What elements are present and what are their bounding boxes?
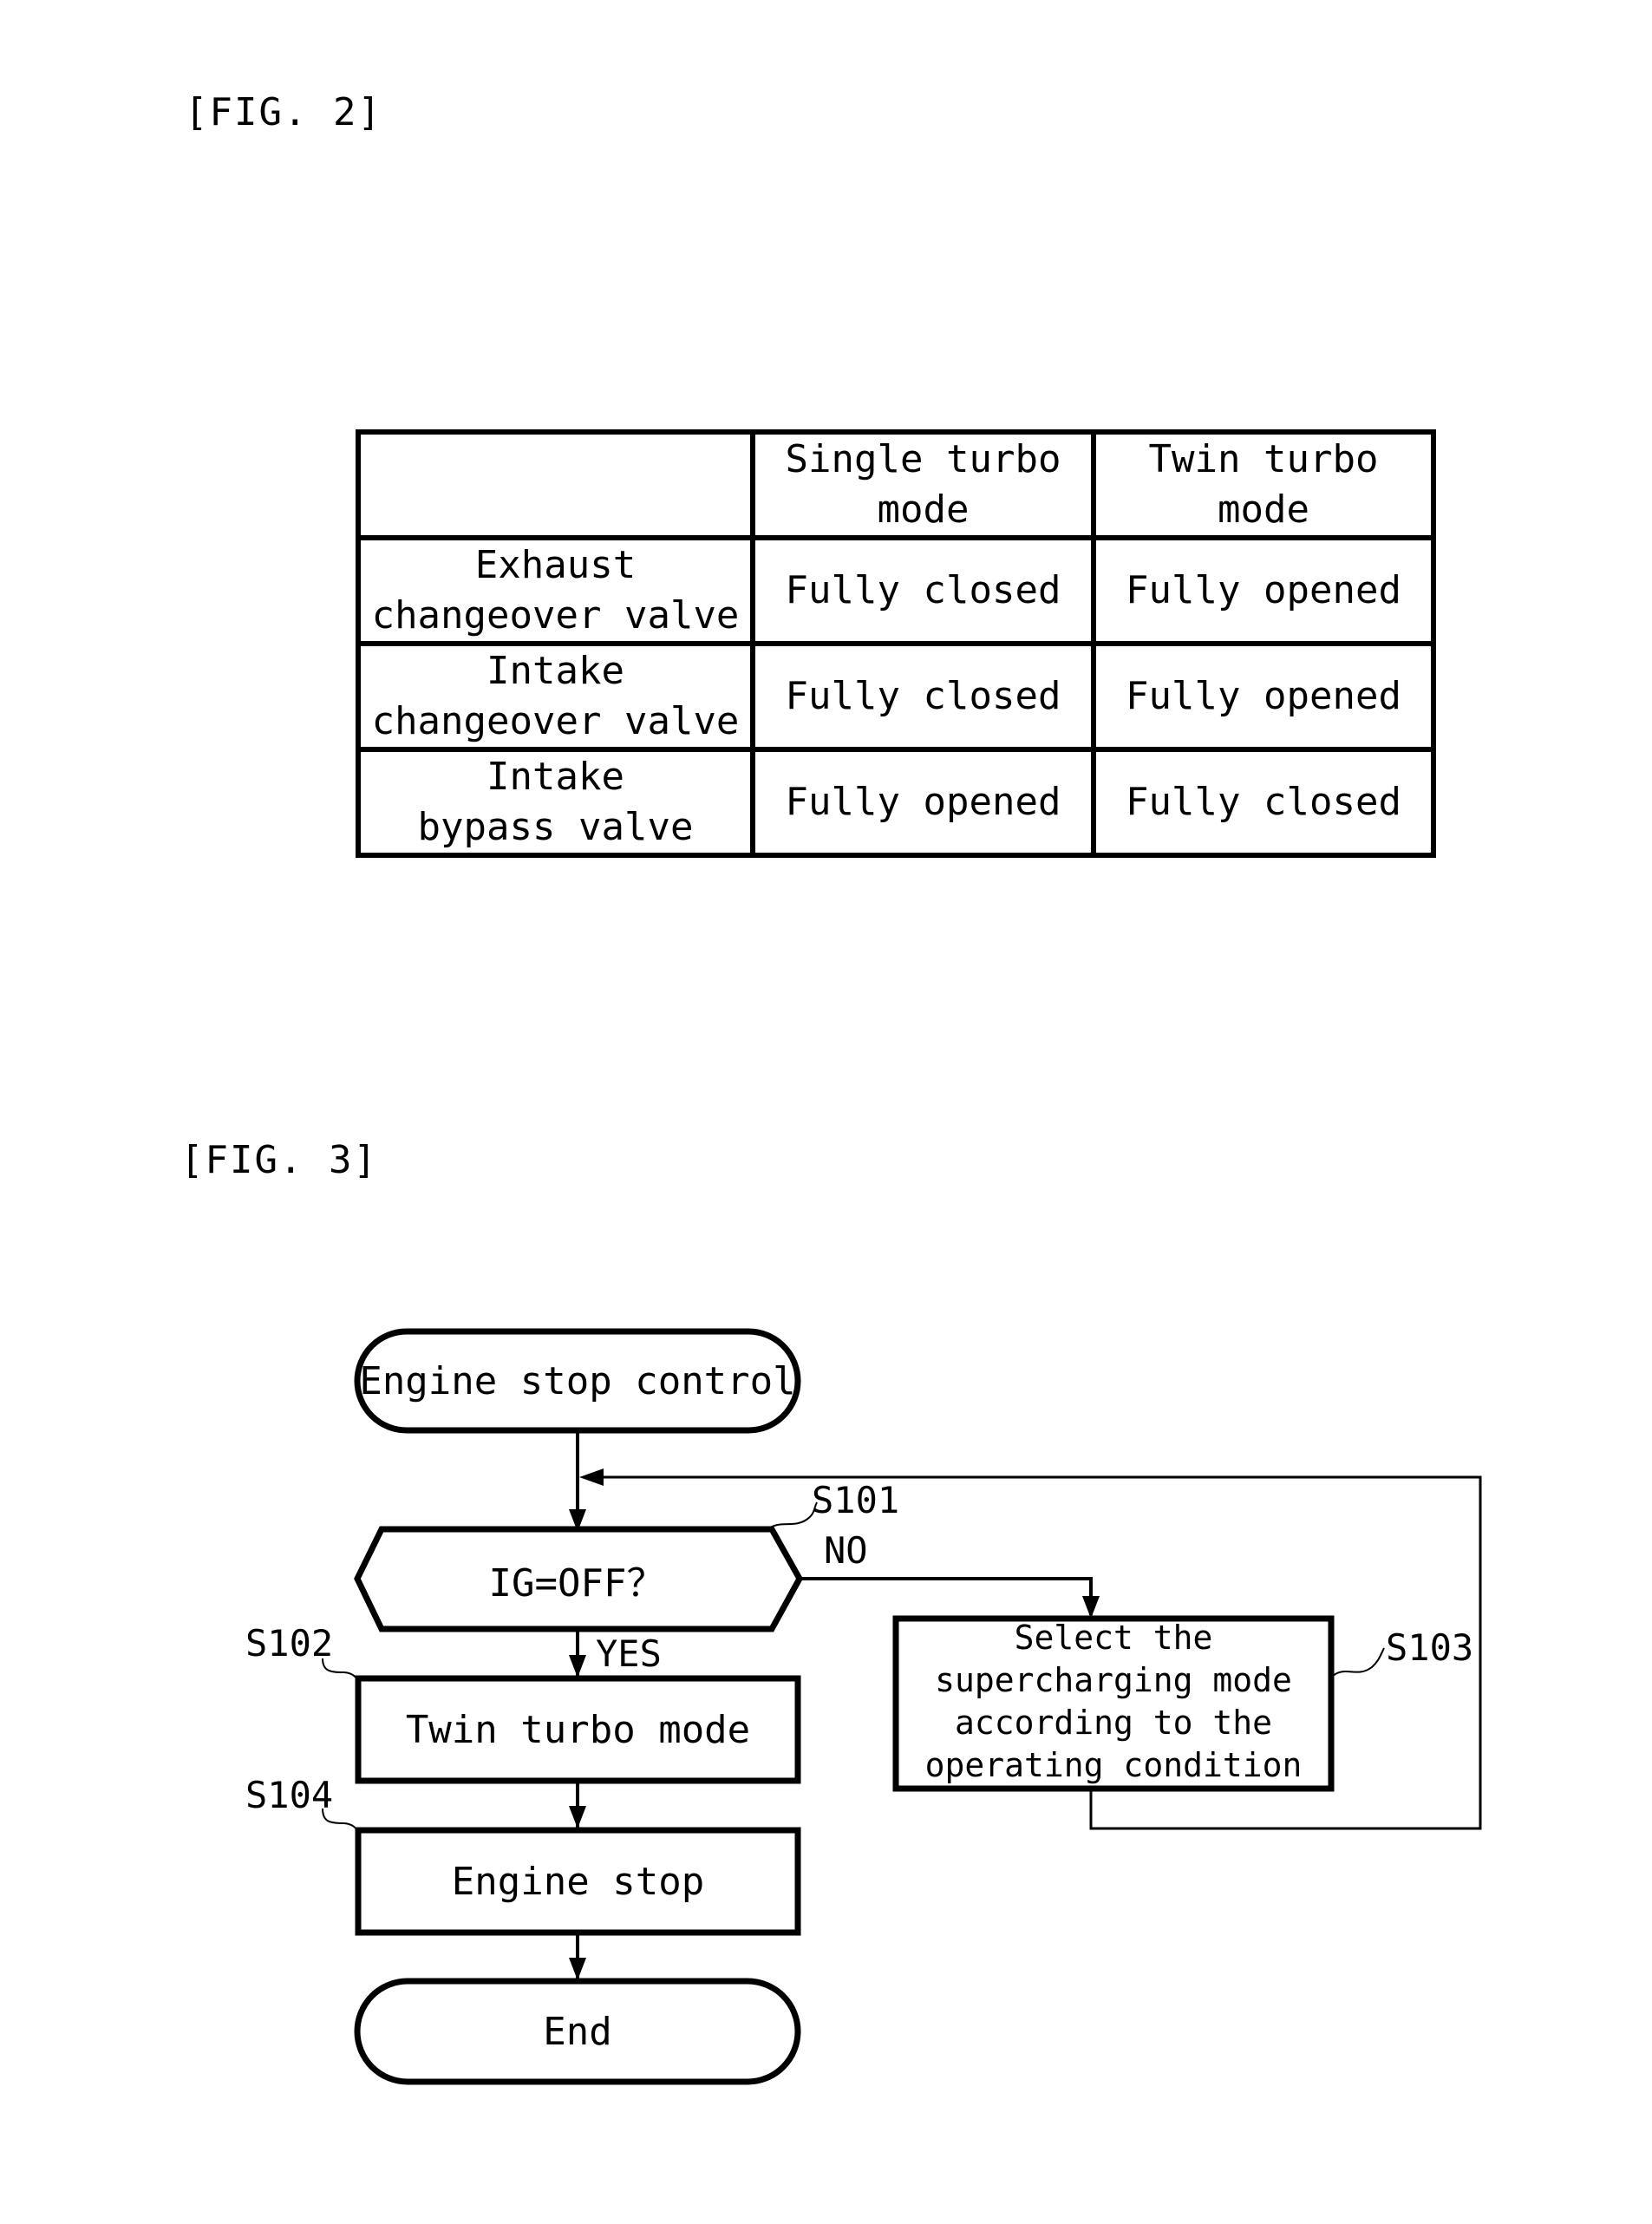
s103-line: according to the <box>954 1704 1273 1742</box>
s103-line: operating condition <box>924 1746 1303 1784</box>
arrowhead <box>569 1806 586 1828</box>
loop-arrowhead <box>579 1468 604 1486</box>
leader-s103 <box>1332 1647 1385 1677</box>
process-text-s103: Select the supercharging mode according … <box>896 1615 1331 1789</box>
end-terminal-text: End <box>543 2009 612 2054</box>
arrowhead <box>569 1655 586 1678</box>
edge-s101-to-s103 <box>800 1577 1093 1615</box>
arrowhead <box>569 1958 586 1980</box>
process-text-s102: Twin turbo mode <box>405 1707 751 1752</box>
branch-label-no: NO <box>824 1529 868 1572</box>
s103-line: Select the <box>1014 1619 1213 1657</box>
s103-line: supercharging mode <box>935 1661 1292 1699</box>
start-terminal-text: Engine stop control <box>359 1358 796 1403</box>
step-label-s103: S103 <box>1386 1626 1474 1669</box>
branch-label-yes: YES <box>596 1632 662 1675</box>
process-text-s104: Engine stop <box>451 1859 705 1904</box>
step-label-s104: S104 <box>245 1774 334 1816</box>
leader-s101 <box>767 1501 818 1530</box>
step-label-s102: S102 <box>245 1622 334 1665</box>
decision-text-s101: IG=OFF？ <box>488 1560 665 1606</box>
step-label-s101: S101 <box>812 1479 900 1521</box>
flowchart <box>322 1328 1482 2085</box>
